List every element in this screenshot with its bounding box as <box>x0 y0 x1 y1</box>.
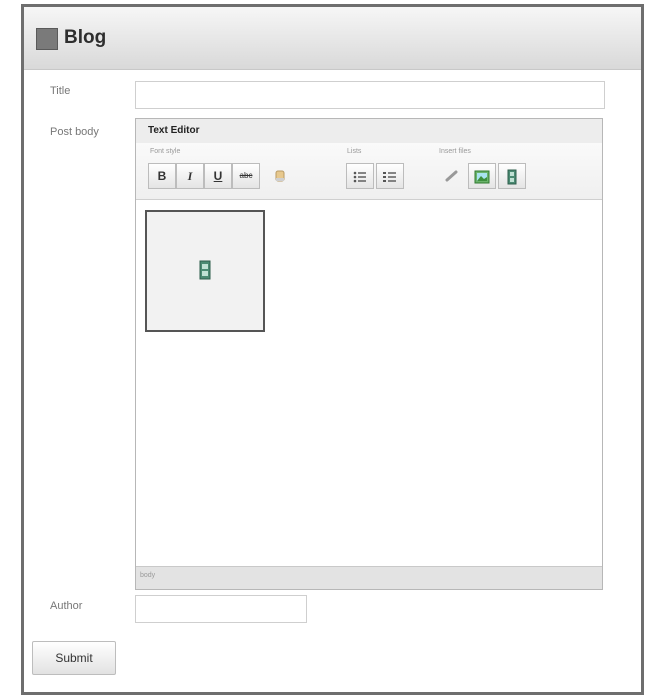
lists-group-label: Lists <box>347 148 362 155</box>
header-bar: Blog <box>24 7 641 70</box>
bulleted-list-button[interactable] <box>346 163 374 189</box>
embedded-video[interactable] <box>145 210 265 332</box>
insert-link-button[interactable] <box>438 163 466 189</box>
title-label: Title <box>50 85 71 97</box>
author-input[interactable] <box>135 595 307 623</box>
page-title: Blog <box>64 27 107 48</box>
eraser-icon <box>275 170 285 182</box>
editor-titlebar: Text Editor <box>136 119 602 144</box>
font-style-group-label: Font style <box>150 148 181 155</box>
insert-video-button[interactable] <box>498 163 526 189</box>
editor-content-area[interactable] <box>136 200 602 564</box>
submit-button[interactable]: Submit <box>32 641 116 675</box>
element-path: body <box>140 572 156 579</box>
film-icon <box>199 260 211 280</box>
editor-toolbar: Font style Lists Insert files B I U abc <box>136 143 602 200</box>
link-icon <box>445 170 458 182</box>
insert-group-label: Insert files <box>439 148 471 155</box>
insert-image-button[interactable] <box>468 163 496 189</box>
underline-button[interactable]: U <box>204 163 232 189</box>
numbered-list-button[interactable] <box>376 163 404 189</box>
post-body-label: Post body <box>50 126 99 138</box>
text-editor: Text Editor Font style Lists Insert file… <box>135 118 603 590</box>
strikethrough-button[interactable]: abc <box>232 163 260 189</box>
clear-format-button[interactable] <box>266 163 294 189</box>
blog-icon <box>36 28 58 50</box>
image-icon <box>474 170 490 184</box>
numbered-list-icon <box>383 172 396 182</box>
editor-title: Text Editor <box>148 125 200 136</box>
title-input[interactable] <box>135 81 605 109</box>
bulleted-list-icon <box>353 171 366 183</box>
bold-button[interactable]: B <box>148 163 176 189</box>
blog-window: Blog Title Post body Text Editor Font st… <box>21 4 644 695</box>
editor-statusbar: body <box>136 566 602 589</box>
italic-button[interactable]: I <box>176 163 204 189</box>
author-label: Author <box>50 600 83 612</box>
film-icon <box>507 169 517 185</box>
